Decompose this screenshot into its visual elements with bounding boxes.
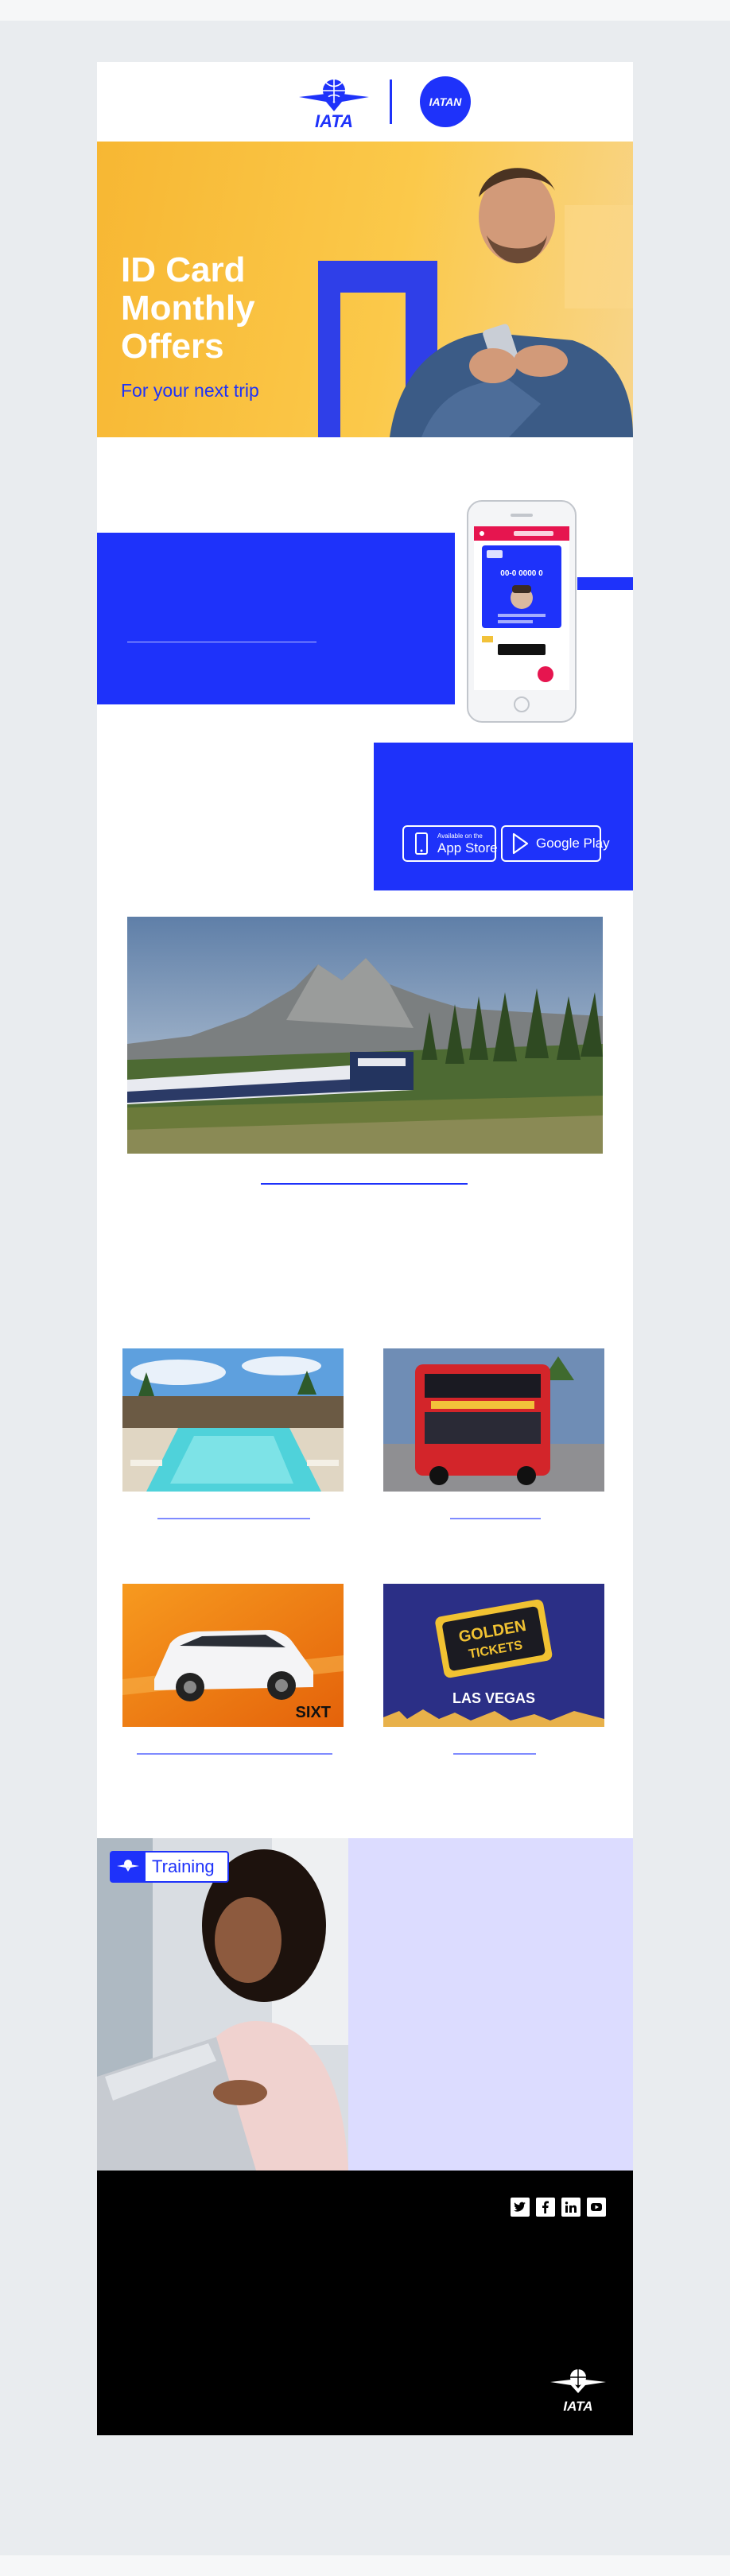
iata-logo[interactable]: IATA [294,73,374,130]
iatan-logo[interactable]: IATAN [417,73,474,130]
resort-pool-image[interactable] [122,1348,344,1492]
train-offer-link-underline[interactable] [261,1183,468,1185]
training-badge: Training [110,1851,229,1883]
golden-tickets-image[interactable]: GOLDEN TICKETS LAS VEGAS [383,1584,604,1727]
sightseeing-bus-image[interactable] [383,1348,604,1492]
bottom-strip [0,2555,730,2576]
hero-title-line: Offers [121,327,224,366]
app-store-small-text: Available on the [437,832,483,840]
svg-text:LAS VEGAS: LAS VEGAS [452,1690,535,1706]
app-store-big-text: App Store [437,840,498,855]
svg-text:IATA: IATA [315,111,353,130]
svg-text:IATAN: IATAN [429,95,463,108]
resort-offer-link-underline[interactable] [157,1518,310,1519]
google-play-label: Google Play [536,836,610,851]
training-section: Training [97,1838,633,2337]
train-mountain-image[interactable] [127,917,603,1154]
play-icon [512,832,529,855]
app-promo-panel [97,533,455,704]
header-logos: IATA IATAN [97,62,633,142]
accent-bar [577,577,633,590]
hero-title-line: Monthly [121,289,255,328]
las-vegas-offer-link-underline[interactable] [453,1753,536,1755]
phone-icon [415,832,428,855]
youtube-icon[interactable] [587,2198,606,2217]
hero-title-line: ID Card [121,250,246,289]
hero-subtitle: For your next trip [121,380,259,401]
iata-badge-icon [111,1852,146,1881]
bus-offer-link-underline[interactable] [450,1518,541,1519]
hero-text: ID Card Monthly Offers For your next tri… [121,251,328,402]
sixt-car-image[interactable]: SIXT [122,1584,344,1727]
facebook-icon[interactable] [536,2198,555,2217]
hero-banner[interactable]: ID Card Monthly Offers For your next tri… [97,142,633,437]
app-store-button[interactable]: Available on the App Store [402,825,498,862]
top-strip [0,0,730,21]
sixt-offer-link-underline[interactable] [137,1753,332,1755]
footer: IATA [97,2171,633,2435]
hero-photo-man-with-phone [318,168,633,437]
twitter-icon[interactable] [511,2198,530,2217]
svg-text:IATA: IATA [563,2399,592,2414]
app-store-panel: Available on the App Store Google Play [374,743,633,890]
google-play-button[interactable]: Google Play [501,825,610,862]
app-store-label: Available on the App Store [437,832,498,855]
linkedin-icon[interactable] [561,2198,581,2217]
iata-footer-logo[interactable]: IATA [549,2366,608,2414]
svg-text:SIXT: SIXT [296,1704,331,1721]
email-body: IATA IATAN ID Card Monthly Offers For yo… [97,62,633,2435]
training-photo-woman-laptop [97,1838,348,2171]
training-badge-label: Training [152,1856,215,1876]
logo-divider [390,80,392,124]
svg-text:00-0 0000 0: 00-0 0000 0 [500,569,543,578]
phone-mockup-digital-id: 00-0 0000 0 [467,500,577,723]
